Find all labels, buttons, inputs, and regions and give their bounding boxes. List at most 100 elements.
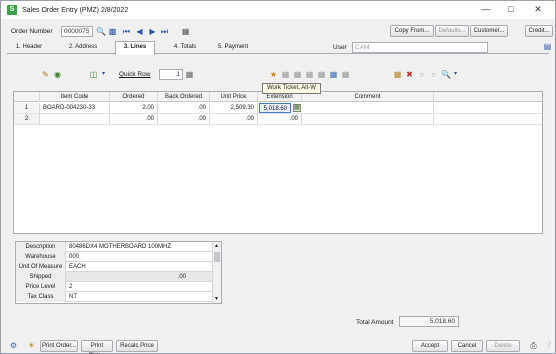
customer-button[interactable]: Customer... (470, 25, 508, 37)
ordered-cell[interactable]: 2.00 (110, 103, 158, 113)
print-order-button[interactable]: Print Order... (40, 340, 78, 352)
lines-toolbar: ✎ ◉ ◫ ▾ Quick Row 1 ▦ ★ ▦ ▦ ▦ ▦ ▦ ▦ ▦ ✖ … (7, 67, 547, 81)
row-number: 1 (14, 103, 40, 113)
copy-from-button[interactable]: Copy From... (390, 25, 434, 37)
shipped-value[interactable]: .00 (166, 272, 186, 282)
first-record-icon[interactable]: ⏮ (122, 27, 131, 36)
detail-label: Shipped (16, 272, 66, 282)
extension-cell[interactable]: .00 (258, 114, 302, 124)
grid-icon[interactable]: ▦ (305, 70, 314, 79)
next-record-icon[interactable]: ▶ (148, 27, 157, 36)
unit-price-cell[interactable]: .00 (210, 114, 258, 124)
description-value[interactable]: 80486DX4 MOTHERBOARD 100MHZ (69, 242, 171, 252)
order-number-label: Order Number (11, 28, 53, 35)
app-icon: S (7, 5, 17, 15)
lightbulb-icon[interactable]: ☀ (27, 341, 36, 350)
header-row: Order Number 0000075 🔍 ▩ ⏮ ◀ ▶ ⏭ ▦ Copy … (1, 21, 555, 41)
printer-icon[interactable]: ⎙ (529, 341, 538, 350)
user-label: User (333, 44, 347, 51)
previous-record-icon[interactable]: ◀ (135, 27, 144, 36)
comment-cell[interactable] (302, 114, 434, 124)
credit-button[interactable]: Credit... (525, 25, 553, 37)
scroll-up-icon[interactable]: ▲ (214, 243, 219, 249)
detail-row-shipped: Shipped .00 (16, 272, 212, 282)
table-row[interactable]: 2 .00 .00 .00 .00 (14, 114, 542, 125)
table-icon[interactable]: ▦ (317, 70, 326, 79)
maximize-button[interactable]: □ (502, 3, 520, 15)
report-icon[interactable]: ▦ (341, 70, 350, 79)
footer-bar: ⚙ ☀ Print Order... Print Pick... Recalc … (1, 338, 555, 354)
customize-grid-icon[interactable]: ▦ (393, 70, 402, 79)
column-header-comment[interactable]: Comment (302, 92, 434, 102)
detail-label: Tax Class (16, 292, 66, 302)
delete-button[interactable]: Delete (486, 340, 520, 352)
column-header-ordered[interactable]: Ordered (110, 92, 158, 102)
tab-payment[interactable]: 5. Payment (211, 42, 255, 54)
delete-line-icon[interactable]: ✖ (405, 70, 414, 79)
dropdown-arrow-icon[interactable]: ▾ (451, 70, 460, 79)
scrollbar-thumb[interactable] (214, 252, 220, 262)
warehouse-value[interactable]: 000 (69, 252, 79, 262)
help-circle-icon[interactable]: ❔ (543, 341, 553, 350)
item-code-cell[interactable] (40, 114, 110, 124)
back-ordered-cell[interactable]: .00 (158, 103, 210, 113)
print-pick-button[interactable]: Print Pick... (81, 340, 113, 354)
close-button[interactable]: ✕ (529, 3, 547, 15)
dropdown-arrow-icon[interactable]: ▾ (99, 70, 108, 79)
lot-serial-icon[interactable]: ▦ (281, 70, 290, 79)
total-amount-label: Total Amount (356, 319, 394, 326)
column-header-item-code[interactable]: Item Code (40, 92, 110, 102)
cancel-button[interactable]: Cancel (451, 340, 483, 352)
memo-icon[interactable]: ▦ (181, 27, 190, 36)
accept-button[interactable]: Accept (412, 340, 448, 352)
defaults-button[interactable]: Defaults... (435, 25, 469, 37)
order-number-field[interactable]: 0000075 (61, 26, 93, 37)
pricing-icon[interactable]: ○ (429, 70, 438, 79)
back-ordered-cell[interactable]: .00 (158, 114, 210, 124)
ordered-cell[interactable]: .00 (110, 114, 158, 124)
detail-label: Unit Of Measure (16, 262, 66, 272)
zoom-icon[interactable]: 🔍 (441, 70, 451, 79)
copy-icon[interactable]: ▩ (108, 27, 117, 36)
edit-icon[interactable]: ✎ (41, 70, 50, 79)
insert-row-icon[interactable]: ◫ (89, 70, 98, 79)
quick-row-field[interactable]: 1 (159, 69, 183, 80)
table-row[interactable]: 1 BOARD-004230-33 2.00 .00 2,509.30 5,01… (14, 103, 542, 114)
comment-cell[interactable] (302, 103, 434, 113)
detail-row-description: Description 80486DX4 MOTHERBOARD 100MHZ (16, 242, 212, 252)
help-icon[interactable]: ⚙ (9, 341, 18, 350)
tab-lines[interactable]: 3. Lines (115, 41, 155, 55)
user-field[interactable]: CAM (352, 42, 488, 53)
column-header-unit-price[interactable]: Unit Price (210, 92, 258, 102)
row-number: 2 (14, 114, 40, 124)
search-icon[interactable]: 🔍 (96, 27, 106, 36)
extension-cell[interactable]: 5,018.60 (259, 103, 291, 113)
tab-totals[interactable]: 4. Totals (165, 42, 205, 54)
unit-of-measure-value[interactable]: EACH (69, 262, 86, 272)
column-header-back-ordered[interactable]: Back Ordered (158, 92, 210, 102)
last-record-icon[interactable]: ⏭ (160, 27, 169, 36)
calculator-icon[interactable]: ▦ (293, 104, 301, 112)
comment-icon[interactable]: ○ (417, 70, 426, 79)
quick-row-label: Quick Row (119, 71, 151, 78)
tab-address[interactable]: 2. Address (61, 42, 105, 54)
calendar-icon[interactable]: ▦ (329, 70, 338, 79)
binoculars-icon[interactable]: ◉ (53, 70, 62, 79)
recalc-price-button[interactable]: Recalc Price (116, 340, 158, 352)
detail-scrollbar[interactable]: ▲ ▼ (212, 242, 221, 303)
work-ticket-icon[interactable]: ★ (269, 70, 278, 79)
price-level-value[interactable]: 2 (69, 282, 72, 292)
detail-row-tax-class: Tax Class NT (16, 292, 212, 302)
scroll-down-icon[interactable]: ▼ (214, 296, 219, 302)
tab-bar: 1. Header 2. Address 3. Lines 4. Totals … (7, 41, 552, 55)
item-code-cell[interactable]: BOARD-004230-33 (40, 103, 110, 113)
minimize-button[interactable]: — (477, 3, 495, 15)
panel-toggle-icon[interactable]: ▤ (543, 42, 552, 51)
go-to-row-icon[interactable]: ▦ (185, 70, 194, 79)
detail-row-price-level: Price Level 2 (16, 282, 212, 292)
document-icon[interactable]: ▦ (293, 70, 302, 79)
tax-class-value[interactable]: NT (69, 292, 77, 302)
total-amount-field: 5,018.60 (399, 316, 459, 327)
tab-header[interactable]: 1. Header (9, 42, 49, 54)
unit-price-cell[interactable]: 2,509.30 (210, 103, 258, 113)
